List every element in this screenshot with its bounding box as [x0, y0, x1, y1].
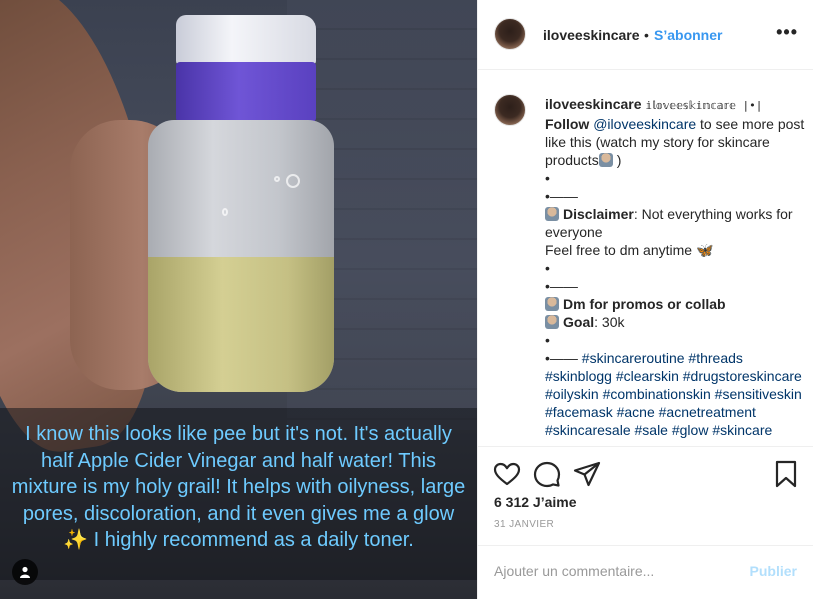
goal-label: Goal [563, 314, 595, 330]
bookmark-icon[interactable] [772, 460, 800, 488]
hashtag-link[interactable]: #acnetreatment [659, 404, 756, 420]
tagged-user-button[interactable] [12, 559, 38, 585]
likes-count[interactable]: 6 312 J’aime [494, 494, 577, 510]
comments-section[interactable]: iloveeskincare 𝕚𝕝𝕠𝕧𝕖𝕖𝕤𝕜𝕚𝕟𝕔𝕒𝕣𝕖 |•| Follow… [478, 71, 813, 447]
bullet: • [545, 260, 550, 276]
mention-link[interactable]: @iloveeskincare [593, 116, 696, 132]
hashtag-link[interactable]: #skincare [712, 422, 772, 438]
hashtag-link[interactable]: #sale [635, 422, 668, 438]
bubble [274, 176, 280, 182]
hashtag-link[interactable]: #clearskin [616, 368, 679, 384]
disclaimer-label: Disclaimer [563, 206, 634, 222]
person-emoji-icon [545, 315, 559, 329]
bubble [222, 208, 228, 216]
bottle-pump-cap [176, 15, 316, 65]
heart-icon[interactable] [493, 460, 521, 488]
hashtag-link[interactable]: #acne [617, 404, 655, 420]
dm-text: Feel free to dm anytime [545, 242, 693, 258]
goal-text: : 30k [594, 314, 625, 330]
hashtag-link[interactable]: #drugstoreskincare [683, 368, 802, 384]
hashtag-link[interactable]: #skincareroutine [582, 350, 685, 366]
hashtags-prefix: •—— [545, 350, 578, 366]
post-header: iloveeskincare • S’abonner ••• [478, 0, 813, 70]
person-emoji-icon [598, 153, 613, 167]
hashtag-link[interactable]: #combinationskin [603, 386, 711, 402]
avatar[interactable] [494, 94, 526, 126]
share-icon[interactable] [573, 460, 601, 488]
separator-dot: • [644, 27, 649, 43]
bubble [286, 174, 300, 188]
hashtag-link[interactable]: #skinblogg [545, 368, 612, 384]
more-icon[interactable]: ••• [776, 22, 798, 43]
styled-name: 𝕚𝕝𝕠𝕧𝕖𝕖𝕤𝕜𝕚𝕟𝕔𝕒𝕣𝕖 |•| [645, 99, 763, 112]
bullet-line: •—— [545, 278, 578, 294]
avatar[interactable] [494, 18, 526, 50]
hashtag-link[interactable]: #glow [672, 422, 709, 438]
butterfly-emoji-icon: 🦋 [695, 242, 714, 258]
promos-label: Dm for promos or collab [563, 296, 726, 312]
post-comment-button[interactable]: Publier [750, 563, 797, 579]
bottle-purple-collar [176, 62, 316, 122]
hashtag-link[interactable]: #oilyskin [545, 386, 599, 402]
post-sidebar: iloveeskincare • S’abonner ••• iloveeski… [477, 0, 813, 599]
comment-icon[interactable] [533, 460, 561, 488]
follow-word: Follow [545, 116, 590, 132]
hashtag-link[interactable]: #threads [688, 350, 742, 366]
post-description: iloveeskincare 𝕚𝕝𝕠𝕧𝕖𝕖𝕤𝕜𝕚𝕟𝕔𝕒𝕣𝕖 |•| Follow… [545, 95, 807, 439]
comment-input[interactable]: Ajouter un commentaire... [494, 563, 654, 579]
hashtag-link[interactable]: #facemask [545, 404, 613, 420]
post-date[interactable]: 31 JANVIER [494, 519, 554, 530]
bullet-line: •—— [545, 188, 578, 204]
photo-caption: I know this looks like pee but it's not.… [11, 423, 466, 551]
user-icon [20, 566, 30, 578]
bottle-liquid [148, 257, 334, 392]
bullet: • [545, 332, 550, 348]
hashtag-link[interactable]: #skincaresale [545, 422, 631, 438]
hashtag-link[interactable]: #sensitiveskin [715, 386, 802, 402]
comment-username[interactable]: iloveeskincare [545, 96, 642, 112]
follow-button[interactable]: S’abonner [654, 27, 722, 43]
person-emoji-icon [545, 207, 559, 221]
post-photo[interactable]: I know this looks like pee but it's not.… [0, 0, 477, 599]
paren-close: ) [616, 152, 622, 168]
person-emoji-icon [545, 297, 559, 311]
bullet: • [545, 170, 550, 186]
header-username[interactable]: iloveeskincare [543, 27, 640, 43]
bottle [148, 120, 334, 392]
